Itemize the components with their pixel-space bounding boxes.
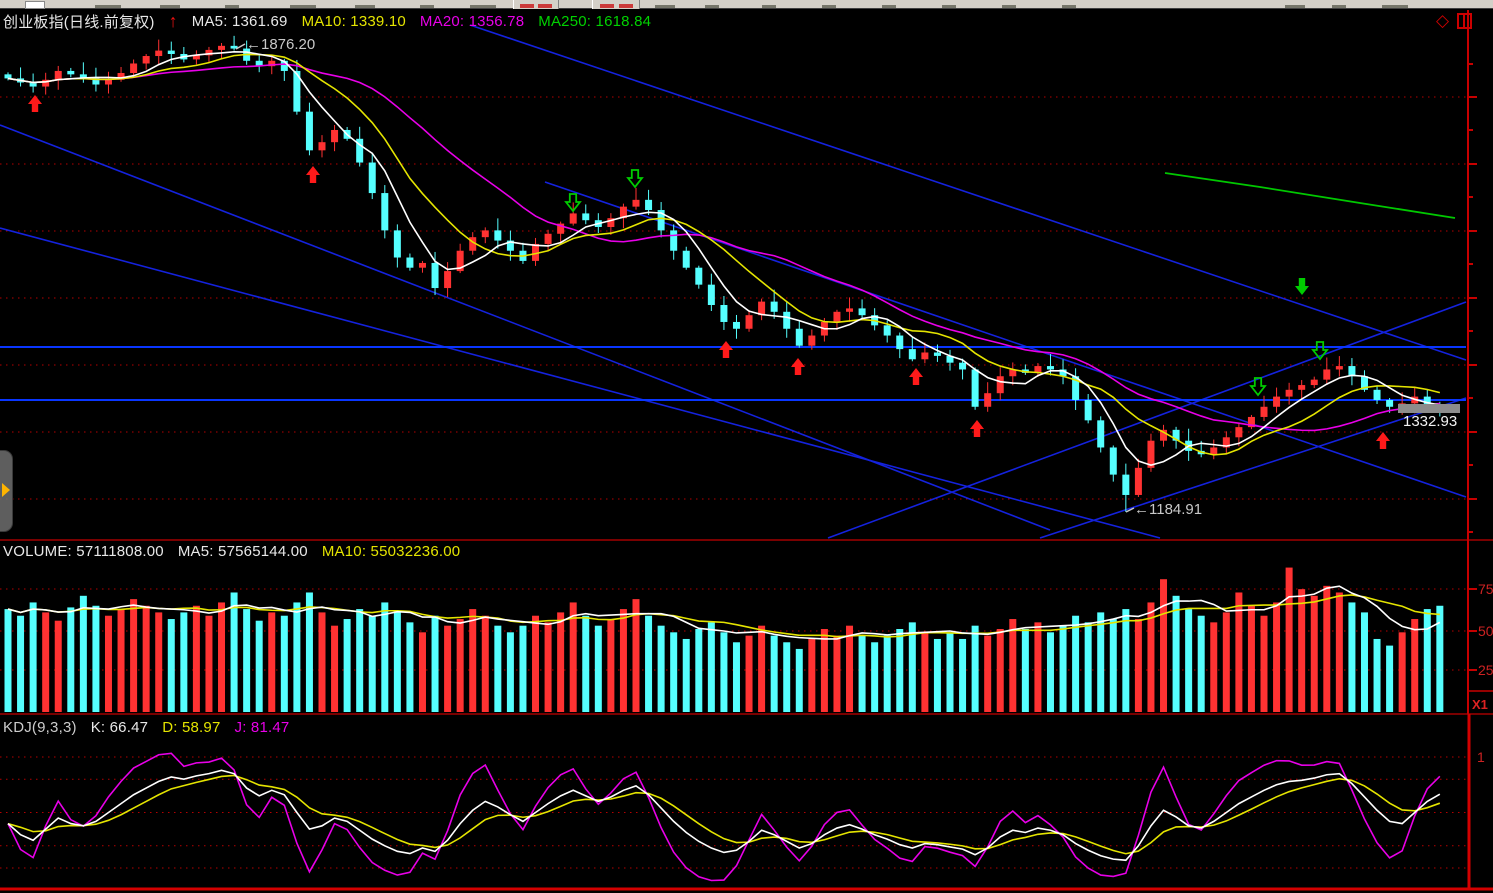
menu-item-fragment[interactable]: [655, 5, 675, 8]
ma250-value: MA250: 1618.84: [538, 13, 651, 30]
symbol-title: 创业板指(日线.前复权): [3, 11, 155, 32]
menu-item-fragment[interactable]: [1002, 5, 1016, 8]
toolbar-button-glyph: [600, 4, 614, 8]
menu-item-fragment[interactable]: [470, 5, 496, 8]
triangle-right-icon: [2, 483, 10, 497]
sidebar-expand-handle[interactable]: [0, 450, 13, 532]
split-window-icon-line: [1463, 15, 1465, 27]
kdj-d-value: D: 58.97: [162, 719, 220, 736]
menu-item-fragment[interactable]: [705, 5, 719, 8]
chart-canvas[interactable]: [0, 0, 1493, 893]
ma250-line: [1165, 173, 1455, 218]
volume-multiplier-label: X1: [1472, 697, 1488, 712]
ma20-line: [8, 64, 1440, 430]
ma10-line: [8, 54, 1440, 454]
trend-lines: [0, 25, 1466, 538]
ma10-value: MA10: 1339.10: [302, 13, 406, 30]
menu-item-fragment[interactable]: [95, 5, 121, 8]
ma20-value: MA20: 1356.78: [420, 13, 524, 30]
menu-active-item[interactable]: [25, 1, 45, 9]
ma5-line: [8, 52, 1440, 465]
diamond-icon[interactable]: ◇: [1436, 11, 1449, 30]
kdj-name: KDJ(9,3,3): [3, 719, 77, 736]
volume-header: VOLUME: 57111808.00 MA5: 57565144.00 MA1…: [3, 543, 460, 560]
split-window-icon[interactable]: [1457, 13, 1472, 29]
app-window: 创业板指(日线.前复权) ↑ MA5: 1361.69 MA10: 1339.1…: [0, 0, 1493, 893]
toolbar-button-glyph: [538, 4, 552, 8]
grid-lines: [0, 97, 1466, 868]
menu-item-fragment[interactable]: [882, 5, 896, 8]
candlestick-series: [5, 36, 1444, 512]
volume-axis-label-75: 75: [1478, 581, 1493, 597]
menu-item-fragment[interactable]: [1062, 5, 1076, 8]
menu-item-fragment[interactable]: [1332, 5, 1346, 8]
corner-icons: ◇: [1436, 12, 1449, 31]
low-price-label: ←1184.91: [1134, 501, 1202, 518]
menu-item-fragment[interactable]: [160, 5, 180, 8]
volume-axis-label-25: 25: [1478, 662, 1493, 678]
menu-bar[interactable]: [0, 0, 1493, 9]
menu-item-fragment[interactable]: [290, 5, 316, 8]
menu-item-fragment[interactable]: [762, 5, 776, 8]
menu-item-fragment[interactable]: [942, 5, 956, 8]
volume-axis-label-50: 50: [1478, 623, 1493, 639]
toolbar-button-red-2[interactable]: [592, 0, 640, 9]
menu-item-fragment[interactable]: [420, 5, 434, 8]
volume-bars: [5, 568, 1444, 712]
kdj-j-value: J: 81.47: [235, 719, 290, 736]
volume-ma10-value: MA10: 55032236.00: [322, 543, 461, 560]
ma5-value: MA5: 1361.69: [192, 13, 288, 30]
menu-item-fragment[interactable]: [225, 5, 239, 8]
menu-item-fragment[interactable]: [1382, 5, 1408, 8]
kdj-header: KDJ(9,3,3) K: 66.47 D: 58.97 J: 81.47: [3, 719, 289, 736]
toolbar-button-red-1[interactable]: [513, 0, 559, 9]
axis-frame: [0, 10, 1493, 889]
kdj-k-value: K: 66.47: [91, 719, 148, 736]
volume-value: VOLUME: 57111808.00: [3, 543, 164, 560]
menu-item-fragment[interactable]: [822, 5, 836, 8]
last-price-label: 1332.93: [1403, 413, 1457, 430]
arrow-left-icon: ←: [246, 36, 261, 53]
kdj-axis-label-100: 1: [1477, 749, 1485, 765]
toolbar-button-glyph: [619, 4, 633, 8]
volume-ma5-value: MA5: 57565144.00: [178, 543, 308, 560]
arrow-left-icon: ←: [1134, 501, 1149, 518]
menu-item-fragment[interactable]: [1285, 5, 1305, 8]
label-pointers: [236, 44, 1460, 512]
menu-item-fragment[interactable]: [355, 5, 375, 8]
signal-arrows: [28, 95, 1390, 449]
main-chart-header: 创业板指(日线.前复权) ↑ MA5: 1361.69 MA10: 1339.1…: [3, 11, 651, 32]
toolbar-button-glyph: [520, 4, 534, 8]
kdj-lines: [8, 753, 1440, 880]
trend-up-arrow-icon: ↑: [169, 11, 178, 32]
high-price-label: ←1876.20: [246, 36, 315, 53]
